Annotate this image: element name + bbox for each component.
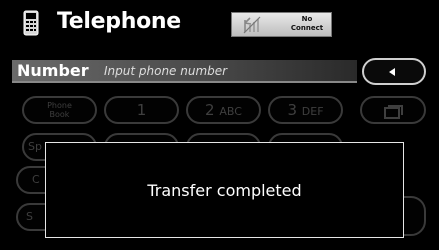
number-label: Number xyxy=(17,61,89,80)
number-display: Number Input phone number xyxy=(12,60,357,83)
number-input-hint: Input phone number xyxy=(104,64,228,78)
telephone-icon xyxy=(23,10,39,40)
back-arrow-icon xyxy=(389,68,395,76)
page-title: Telephone xyxy=(57,9,181,34)
dial-icon xyxy=(384,104,404,123)
dial-button[interactable] xyxy=(360,96,426,124)
antenna-no-signal-icon xyxy=(242,15,262,39)
phonebook-button[interactable]: Phone Book xyxy=(22,96,97,124)
keypad-key-3[interactable]: 3 DEF xyxy=(268,96,343,124)
transfer-status-dialog: Transfer completed xyxy=(45,142,404,238)
connection-status-indicator: No Connect xyxy=(231,12,332,37)
telephone-screen: Telephone No Connect Number Input phone … xyxy=(0,0,439,250)
keypad-key-2[interactable]: 2 ABC xyxy=(186,96,261,124)
backspace-button[interactable] xyxy=(362,58,426,85)
connection-status-label: No Connect xyxy=(290,15,324,32)
dialog-message: Transfer completed xyxy=(147,181,302,200)
keypad-key-1[interactable]: 1 xyxy=(104,96,179,124)
